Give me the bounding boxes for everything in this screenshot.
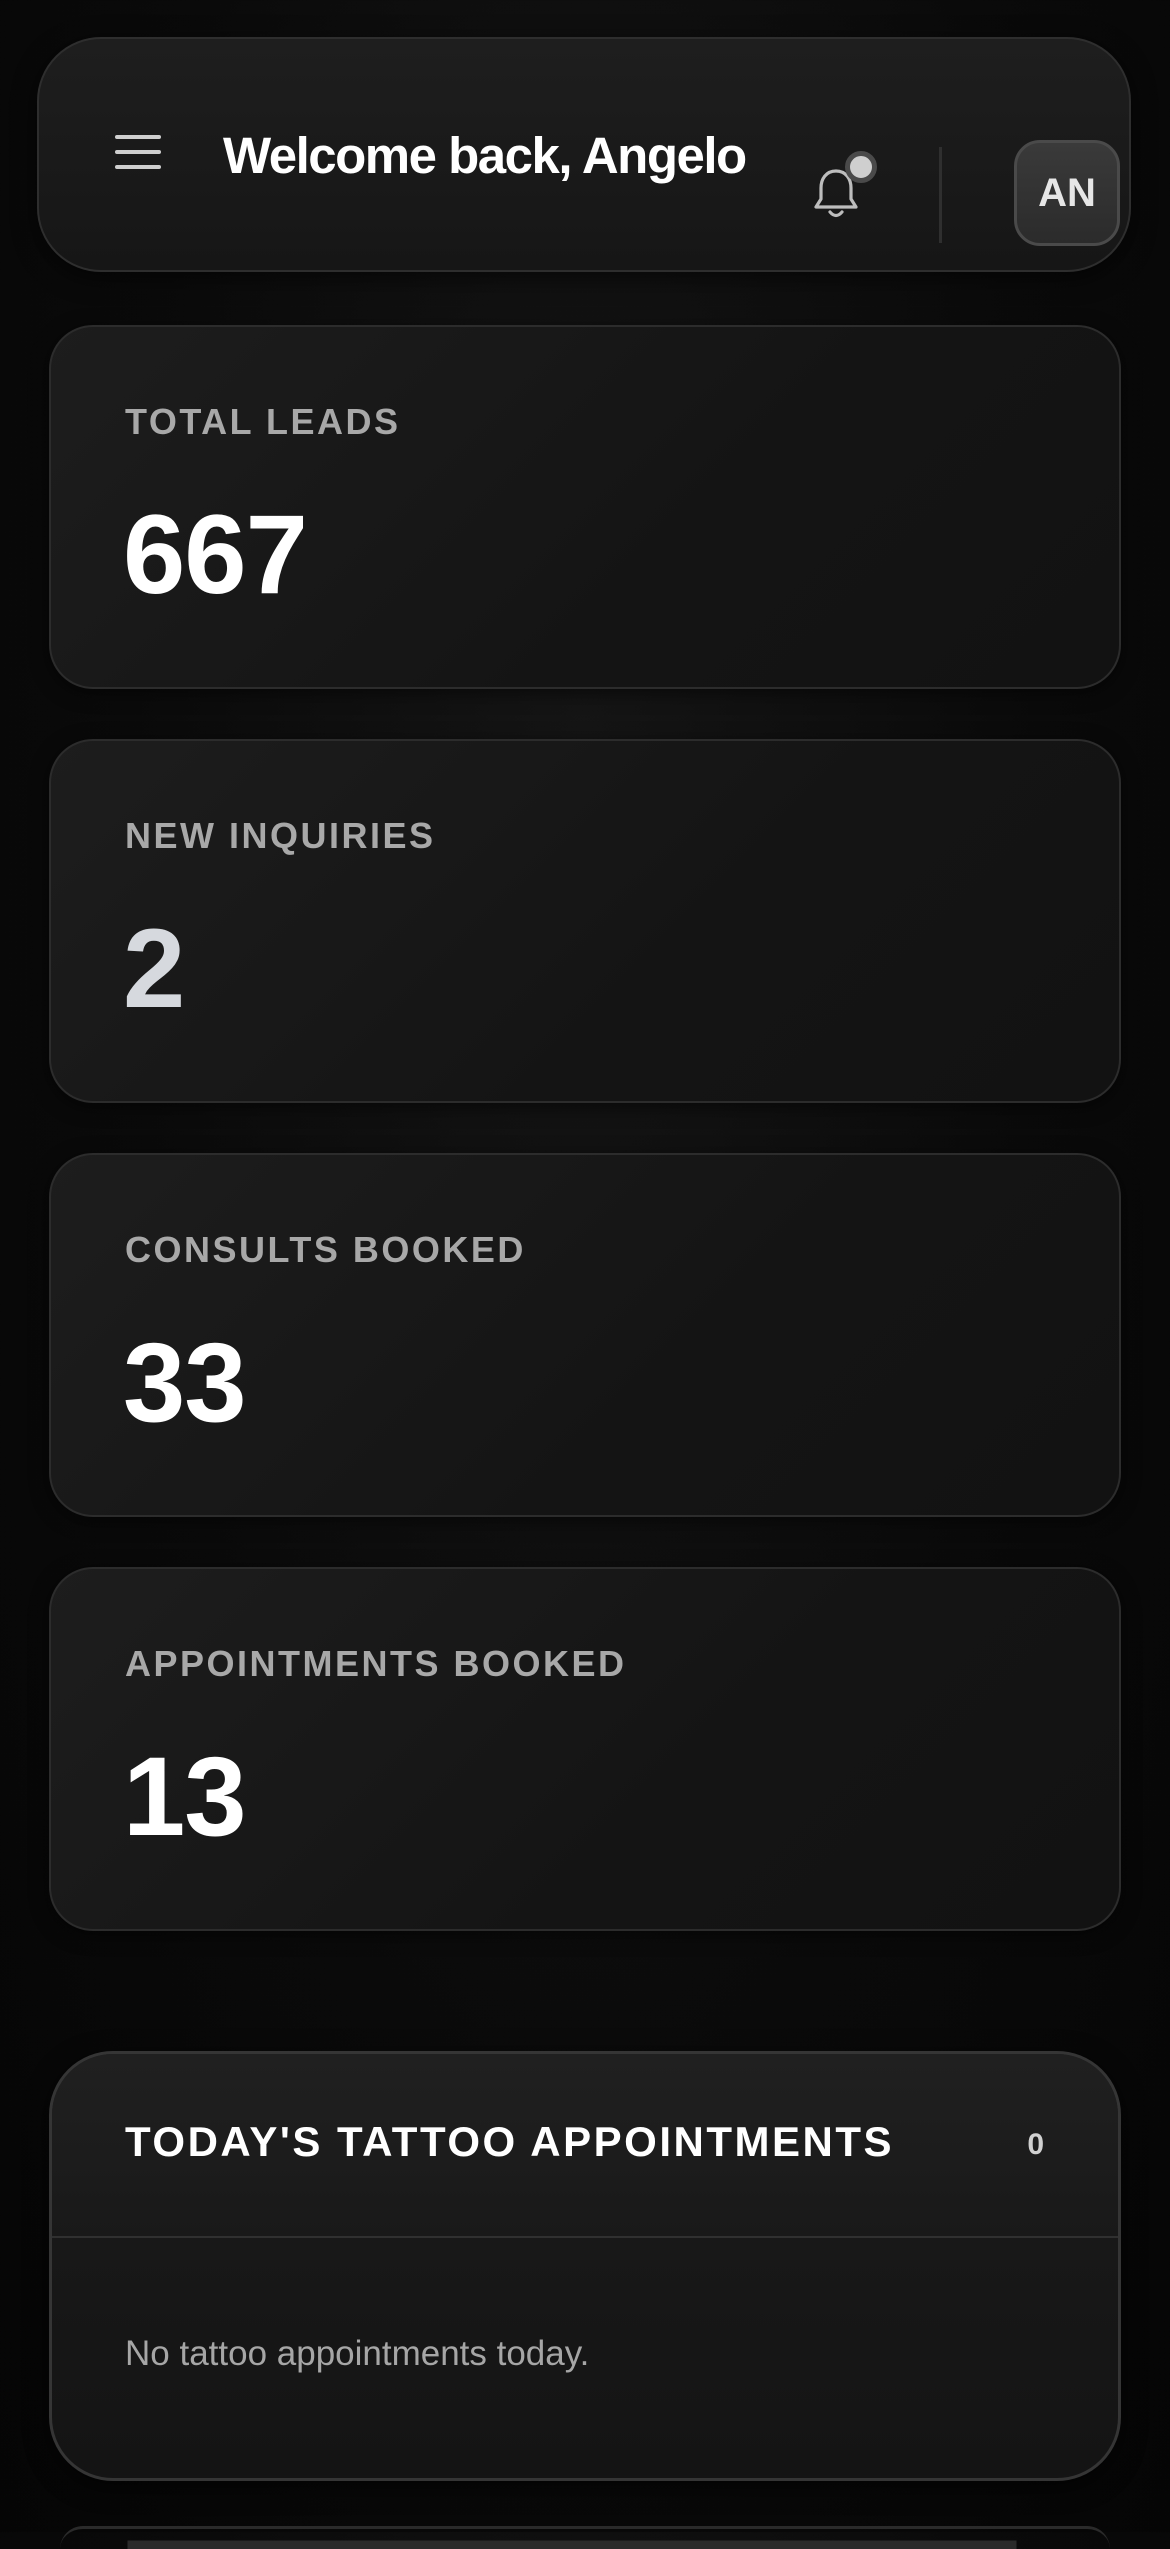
top-bar: Welcome back, Angelo AN (37, 37, 1131, 272)
appointments-panel-header: TODAY'S TATTOO APPOINTMENTS 0 (52, 2054, 1118, 2238)
next-panel-edge (60, 2526, 1110, 2549)
stat-card-consults-booked[interactable]: CONSULTS BOOKED 33 (49, 1153, 1121, 1517)
stat-value: 13 (123, 1734, 247, 1859)
stat-label: CONSULTS BOOKED (125, 1229, 526, 1270)
appointments-empty-message: No tattoo appointments today. (125, 2334, 590, 2373)
stat-card-appointments-booked[interactable]: APPOINTMENTS BOOKED 13 (49, 1567, 1121, 1931)
welcome-title: Welcome back, Angelo (223, 127, 747, 184)
avatar-button[interactable]: AN (1014, 140, 1120, 246)
menu-button[interactable] (103, 117, 173, 187)
stat-label: TOTAL LEADS (125, 401, 401, 442)
stat-label: APPOINTMENTS BOOKED (125, 1643, 627, 1684)
todays-appointments-panel: TODAY'S TATTOO APPOINTMENTS 0 No tattoo … (49, 2051, 1121, 2481)
hamburger-menu-icon (115, 135, 161, 169)
appointments-count-badge: 0 (1027, 2128, 1044, 2161)
stat-card-total-leads[interactable]: TOTAL LEADS 667 (49, 325, 1121, 689)
stat-value: 2 (123, 906, 185, 1031)
stat-label: NEW INQUIRIES (125, 815, 436, 856)
stat-value: 33 (123, 1320, 247, 1445)
stat-value: 667 (123, 492, 308, 617)
appointments-panel-title: TODAY'S TATTOO APPOINTMENTS (125, 2118, 894, 2165)
notification-dot (845, 151, 877, 183)
header-divider (939, 147, 942, 243)
stat-card-new-inquiries[interactable]: NEW INQUIRIES 2 (49, 739, 1121, 1103)
